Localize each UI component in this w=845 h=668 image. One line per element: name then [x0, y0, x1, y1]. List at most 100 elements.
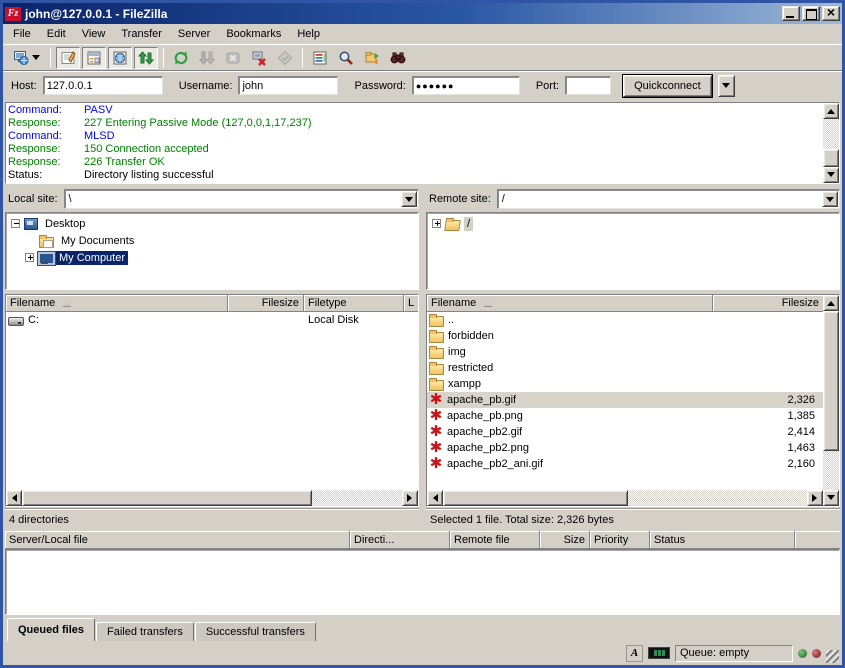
scroll-left-button[interactable] [6, 490, 22, 506]
status-badge-icon[interactable] [648, 647, 670, 659]
toggle-local-tree-button[interactable] [82, 47, 106, 69]
menu-file[interactable]: File [5, 26, 39, 42]
combo-dropdown-button[interactable] [401, 191, 417, 207]
toolbar-separator [50, 48, 51, 68]
column-filesize[interactable]: Filesize [713, 295, 823, 312]
column-size[interactable]: Size [540, 531, 590, 549]
local-horizontal-scrollbar[interactable] [6, 490, 418, 506]
column-server-local-file[interactable]: Server/Local file [5, 531, 350, 549]
menu-view[interactable]: View [74, 26, 114, 42]
menu-transfer[interactable]: Transfer [113, 26, 170, 42]
toggle-message-log-button[interactable] [56, 47, 80, 69]
minimize-button[interactable] [782, 6, 800, 21]
resize-grip[interactable] [826, 650, 839, 663]
local-site-combobox[interactable]: \ [64, 189, 419, 209]
menu-edit[interactable]: Edit [39, 26, 74, 42]
site-manager-button[interactable] [7, 47, 45, 69]
file-row[interactable]: xampp [427, 376, 823, 392]
column-filename[interactable]: Filename [6, 295, 228, 312]
scroll-down-button[interactable] [823, 167, 839, 183]
collapse-expander-icon[interactable] [11, 219, 20, 228]
quickconnect-button[interactable]: Quickconnect [623, 75, 712, 97]
file-row[interactable]: apache_pb2.png1,463 [427, 440, 823, 456]
transfer-type-indicator-icon[interactable]: A [626, 645, 643, 662]
scroll-right-button[interactable] [807, 490, 823, 506]
scroll-down-button[interactable] [823, 490, 839, 506]
file-row[interactable]: forbidden [427, 328, 823, 344]
column-filetype[interactable]: Filetype [304, 295, 404, 312]
drive-icon [8, 317, 24, 326]
expand-expander-icon[interactable] [25, 253, 34, 262]
file-row[interactable]: apache_pb.png1,385 [427, 408, 823, 424]
message-log-lines: Command:PASV Response:227 Entering Passi… [6, 103, 823, 183]
toggle-remote-tree-button[interactable] [108, 47, 132, 69]
remote-site-combobox[interactable]: / [497, 189, 840, 209]
tree-item-root[interactable]: / [431, 215, 839, 232]
site-manager-dropdown-icon[interactable] [32, 55, 40, 64]
maximize-button[interactable] [802, 6, 820, 21]
close-button[interactable] [822, 6, 840, 21]
log-line: Response:226 Transfer OK [8, 156, 821, 169]
remote-vertical-scrollbar[interactable] [823, 295, 839, 506]
cancel-button[interactable] [221, 47, 245, 69]
disconnect-button[interactable] [247, 47, 271, 69]
tab-failed-transfers[interactable]: Failed transfers [96, 622, 194, 641]
toolbar-separator [302, 48, 303, 68]
column-direction[interactable]: Directi... [350, 531, 450, 549]
expand-expander-icon[interactable] [432, 219, 441, 228]
scroll-left-button[interactable] [427, 490, 443, 506]
file-row[interactable]: apache_pb2.gif2,414 [427, 424, 823, 440]
queue-tabs: Queued files Failed transfers Successful… [3, 617, 842, 641]
column-priority[interactable]: Priority [590, 531, 650, 549]
column-status[interactable]: Status [650, 531, 795, 549]
username-input[interactable] [238, 76, 338, 95]
file-row[interactable]: restricted [427, 360, 823, 376]
column-remote-file[interactable]: Remote file [450, 531, 540, 549]
title-bar: Fz john@127.0.0.1 - FileZilla [3, 3, 842, 24]
log-scrollbar[interactable] [823, 103, 839, 183]
column-filename[interactable]: Filename [427, 295, 713, 312]
tab-queued-files[interactable]: Queued files [7, 618, 95, 641]
file-row-selected[interactable]: apache_pb.gif2,326 [427, 392, 823, 408]
port-label: Port: [536, 80, 559, 92]
process-queue-button[interactable] [195, 47, 219, 69]
scroll-up-button[interactable] [823, 103, 839, 119]
tree-item-my-computer[interactable]: My Computer [10, 249, 418, 266]
scroll-up-button[interactable] [823, 295, 839, 311]
file-row[interactable]: apache_pb2_ani.gif2,160 [427, 456, 823, 472]
file-row-c-drive[interactable]: C: Local Disk [6, 312, 418, 328]
combo-dropdown-button[interactable] [822, 191, 838, 207]
host-label: Host: [11, 80, 37, 92]
directory-comparison-button[interactable] [360, 47, 384, 69]
reconnect-button[interactable] [273, 47, 297, 69]
tab-successful-transfers[interactable]: Successful transfers [195, 622, 316, 641]
tree-item-my-documents[interactable]: My Documents [10, 232, 418, 249]
refresh-button[interactable] [169, 47, 193, 69]
filter-button[interactable] [308, 47, 332, 69]
scroll-right-button[interactable] [402, 490, 418, 506]
port-input[interactable] [565, 76, 611, 95]
scrollbar-thumb[interactable] [22, 490, 312, 506]
menu-bookmarks[interactable]: Bookmarks [218, 26, 289, 42]
menu-help[interactable]: Help [289, 26, 328, 42]
binoculars-icon [390, 50, 406, 66]
synchronized-browsing-button[interactable] [386, 47, 410, 69]
remote-tree: / [426, 212, 840, 290]
sort-ascending-icon [484, 300, 492, 306]
host-input[interactable] [43, 76, 163, 95]
remote-horizontal-scrollbar[interactable] [427, 490, 823, 506]
toggle-queue-button[interactable] [134, 47, 158, 69]
menu-server[interactable]: Server [170, 26, 218, 42]
column-last-modified[interactable]: L [404, 295, 418, 312]
scrollbar-thumb[interactable] [443, 490, 628, 506]
file-row[interactable]: .. [427, 312, 823, 328]
file-search-button[interactable] [334, 47, 358, 69]
tree-item-desktop[interactable]: Desktop [10, 215, 418, 232]
scrollbar-thumb[interactable] [823, 149, 839, 167]
column-filesize[interactable]: Filesize [228, 295, 304, 312]
password-input[interactable] [412, 76, 520, 95]
quickconnect-dropdown-button[interactable] [718, 75, 735, 97]
file-row[interactable]: img [427, 344, 823, 360]
scrollbar-thumb[interactable] [823, 311, 839, 451]
local-file-list: Filename Filesize Filetype L C: Local Di… [5, 294, 419, 507]
